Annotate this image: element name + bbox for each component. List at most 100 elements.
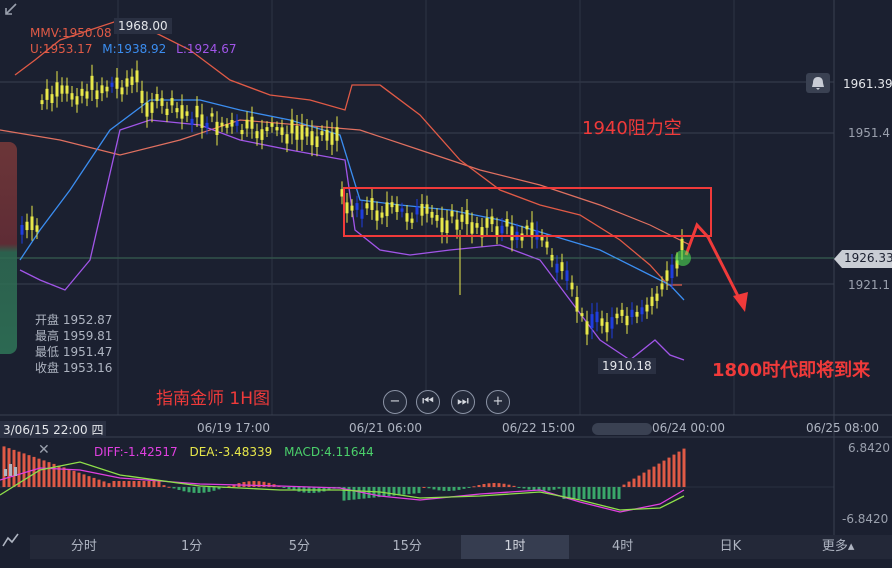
candle-body xyxy=(215,121,219,135)
macd-histogram-bar xyxy=(77,472,81,487)
collapse-arrow-icon[interactable] xyxy=(2,2,18,18)
candle-body xyxy=(630,309,634,318)
macd-histogram-bar xyxy=(157,481,161,487)
candle-body xyxy=(370,198,374,210)
macd-histogram-bar xyxy=(367,487,371,499)
macd-histogram-bar xyxy=(202,487,206,493)
candle-body xyxy=(285,134,289,144)
x-label-0619: 06/19 17:00 xyxy=(197,421,270,435)
tab-more[interactable]: 更多▴ xyxy=(784,535,892,559)
macd-histogram-bar xyxy=(172,487,176,489)
loading-dots-icon xyxy=(592,423,652,435)
dea-value: DEA:-3.48339 xyxy=(189,445,273,459)
macd-histogram-bar xyxy=(122,481,126,487)
tab-daily[interactable]: 日K xyxy=(677,535,785,559)
candle-body xyxy=(65,85,69,94)
macd-histogram-bar xyxy=(417,487,421,494)
macd-value: MACD:4.11644 xyxy=(284,445,374,459)
macd-histogram-bar xyxy=(212,487,216,491)
zoom-in-button[interactable]: + xyxy=(486,390,510,414)
macd-histogram-bar xyxy=(497,483,501,487)
candle-body xyxy=(310,131,314,146)
diff-value: DIFF:-1.42517 xyxy=(94,445,178,459)
candle-body xyxy=(650,296,654,306)
upper-band-value: U:1953.17 xyxy=(30,42,93,56)
macd-histogram-bar xyxy=(677,451,681,487)
tab-1min[interactable]: 1分 xyxy=(138,535,246,559)
candle-body xyxy=(265,127,269,132)
macd-close-icon[interactable]: ✕ xyxy=(38,442,50,458)
candle-body xyxy=(350,205,354,211)
macd-histogram-bar xyxy=(432,487,436,490)
macd-histogram-bar xyxy=(467,487,471,488)
macd-histogram-bar xyxy=(452,487,456,491)
macd-histogram-bar xyxy=(127,481,131,487)
candle-body xyxy=(80,88,84,96)
candle-body xyxy=(400,208,404,212)
candle-body xyxy=(555,263,559,273)
tab-15min[interactable]: 15分 xyxy=(353,535,461,559)
close-price: 收盘 1953.16 xyxy=(35,361,113,375)
macd-histogram-bar xyxy=(502,483,506,487)
macd-histogram-bar xyxy=(207,487,211,492)
target-annotation: 1800时代即将到来 xyxy=(712,360,871,381)
current-price-tag: 1926.33 xyxy=(834,250,892,268)
candle-body xyxy=(110,82,114,87)
candle-body xyxy=(50,94,54,103)
indicator-settings-icon[interactable] xyxy=(2,460,20,478)
current-price-value: 1926.33 xyxy=(844,251,892,265)
macd-histogram-bar xyxy=(587,487,591,499)
macd-histogram-bar xyxy=(527,487,531,490)
low-price-marker: 1910.18 xyxy=(598,358,656,374)
macd-histogram-bar xyxy=(197,487,201,493)
macd-histogram-bar xyxy=(147,481,151,487)
macd-histogram-bar xyxy=(442,487,446,491)
down-arrow-head xyxy=(733,292,748,312)
macd-histogram-bar xyxy=(142,481,146,487)
candle-body xyxy=(95,90,99,100)
macd-histogram-bar xyxy=(457,487,461,490)
candle-body xyxy=(85,91,89,99)
macd-histogram-bar xyxy=(67,469,71,487)
macd-histogram-bar xyxy=(72,470,76,487)
price-chart[interactable] xyxy=(0,0,892,568)
tab-5min[interactable]: 5分 xyxy=(246,535,354,559)
candle-body xyxy=(535,230,539,240)
candle-body xyxy=(385,202,389,217)
candle-body xyxy=(375,210,379,221)
candle-body xyxy=(205,122,209,128)
macd-histogram-bar xyxy=(62,467,66,487)
candle-body xyxy=(585,321,589,335)
candle-body xyxy=(520,233,524,241)
tab-1hour[interactable]: 1时 xyxy=(461,535,569,559)
candle-body xyxy=(295,125,299,140)
tab-fenshi[interactable]: 分时 xyxy=(30,535,138,559)
macd-histogram-bar xyxy=(547,487,551,491)
candle-body xyxy=(570,282,574,290)
macd-histogram-bar xyxy=(447,487,451,491)
candle-body xyxy=(665,270,669,281)
macd-histogram-bar xyxy=(112,481,116,487)
candle-body xyxy=(470,222,474,234)
x-label-0624: 06/24 00:00 xyxy=(652,421,725,435)
macd-histogram-bar xyxy=(602,487,606,499)
price-alert-bell-icon[interactable] xyxy=(806,73,830,93)
macd-histogram-bar xyxy=(192,487,196,493)
x-label-0621: 06/21 06:00 xyxy=(349,421,422,435)
candle-body xyxy=(390,202,394,208)
kline-app: { "main_legend": {"mmv": "MMV:1950.08", … xyxy=(0,0,892,568)
macd-histogram-bar xyxy=(102,481,106,487)
macd-histogram-bar xyxy=(22,453,26,487)
macd-histogram-bar xyxy=(397,487,401,496)
candle-body xyxy=(305,127,309,137)
candle-body xyxy=(75,96,79,105)
candle-body xyxy=(360,209,364,219)
tab-4hour[interactable]: 4时 xyxy=(569,535,677,559)
drawing-tool-icon[interactable] xyxy=(2,532,20,548)
step-forward-button[interactable]: ⏭ xyxy=(451,390,475,414)
step-back-button[interactable]: ⏮ xyxy=(416,390,440,414)
macd-histogram-bar xyxy=(617,487,621,499)
candle-body xyxy=(125,78,129,87)
left-depth-bar xyxy=(0,142,17,354)
zoom-out-button[interactable]: − xyxy=(383,390,407,414)
